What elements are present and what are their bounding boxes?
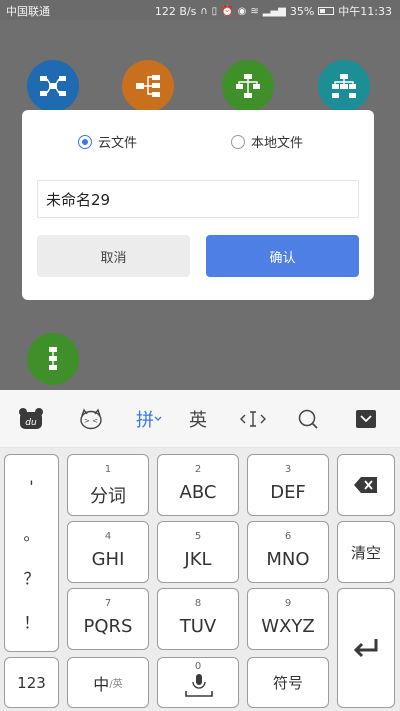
lang-switch-button[interactable]: 中/英	[67, 657, 149, 708]
key-3-def[interactable]: 3 DEF	[247, 454, 329, 516]
key-9-wxyz[interactable]: 9 WXYZ	[247, 588, 329, 650]
keyboard-toolbar: du > < 拼 英	[0, 390, 400, 448]
radio-cloud-label: 云文件	[98, 136, 138, 151]
enter-button[interactable]	[337, 588, 395, 708]
svg-text:> <: > <	[84, 417, 98, 425]
backspace-button[interactable]	[337, 454, 395, 516]
radio-unselected-indicator	[231, 134, 245, 149]
template-mindmap-icon[interactable]	[27, 60, 79, 112]
clear-button[interactable]: 清空	[337, 521, 395, 583]
battery-icon	[318, 7, 335, 15]
battery-percent: 35%	[289, 4, 315, 18]
punct-question[interactable]: ？	[5, 565, 58, 589]
punct-apostrophe[interactable]: '	[5, 477, 58, 496]
microphone-icon	[185, 674, 213, 697]
english-mode-toggle[interactable]: 英	[184, 402, 212, 436]
template-tree-icon[interactable]	[222, 60, 274, 112]
keyboard: ' 。 ？ ！ 1 分词 2 ABC 3 DEF 4 GHI 5 JKL 6 M…	[0, 448, 400, 711]
signal-icon: ▂▄▆	[262, 5, 286, 17]
eye-icon: ◉	[237, 5, 247, 17]
cursor-move-icon[interactable]	[238, 402, 268, 436]
clock: 中午11:33	[338, 5, 392, 18]
status-bar: 中国联通 122 B/s ∩ ▯ ⏰ ◉ ≋ ▂▄▆ 35% 中午11:33	[0, 0, 400, 20]
wifi-icon: ≋	[250, 5, 259, 17]
num-123-button[interactable]: 123	[4, 657, 59, 708]
punctuation-column[interactable]: ' 。 ？ ！	[4, 454, 59, 652]
alarm-icon: ⏰	[221, 5, 234, 17]
radio-local-file[interactable]: 本地文件	[231, 132, 303, 151]
radio-selected-indicator	[78, 134, 92, 149]
key-2-abc[interactable]: 2 ABC	[157, 454, 239, 516]
pinyin-label: 拼	[136, 410, 154, 431]
key-5-jkl[interactable]: 5 JKL	[157, 521, 239, 583]
network-speed: 122 B/s	[154, 4, 197, 18]
svg-text:du: du	[25, 418, 37, 428]
hide-keyboard-icon[interactable]	[352, 402, 380, 436]
pinyin-mode-toggle[interactable]: 拼	[131, 402, 167, 436]
template-org-chart-icon[interactable]	[318, 60, 370, 112]
du-logo-icon[interactable]: du	[16, 402, 46, 436]
chevron-down-icon	[154, 416, 162, 421]
enter-icon	[353, 639, 378, 658]
backspace-icon	[354, 477, 377, 493]
confirm-button[interactable]: 确认	[206, 235, 359, 277]
symbols-button[interactable]: 符号	[247, 657, 329, 708]
file-name-input[interactable]	[37, 180, 359, 218]
key-7-pqrs[interactable]: 7 PQRS	[67, 588, 149, 650]
key-6-mno[interactable]: 6 MNO	[247, 521, 329, 583]
punct-period[interactable]: 。	[5, 521, 58, 545]
emoji-face-icon[interactable]: > <	[76, 402, 106, 436]
vibrate-icon: ▯	[211, 5, 218, 17]
headphone-icon: ∩	[200, 5, 208, 17]
key-8-tuv[interactable]: 8 TUV	[157, 588, 239, 650]
punct-exclaim[interactable]: ！	[5, 609, 58, 633]
template-logic-icon[interactable]	[122, 60, 174, 112]
carrier-label: 中国联通	[6, 5, 50, 18]
template-fishbone-icon[interactable]	[27, 333, 79, 385]
new-file-dialog: 云文件 本地文件 取消 确认	[22, 110, 374, 300]
cancel-button[interactable]: 取消	[37, 235, 190, 277]
search-icon[interactable]	[295, 402, 321, 436]
key-4-ghi[interactable]: 4 GHI	[67, 521, 149, 583]
space-voice-button[interactable]: 0	[157, 657, 239, 708]
radio-local-label: 本地文件	[251, 136, 304, 151]
radio-cloud-file[interactable]: 云文件	[78, 132, 137, 151]
key-1-segment[interactable]: 1 分词	[67, 454, 149, 516]
